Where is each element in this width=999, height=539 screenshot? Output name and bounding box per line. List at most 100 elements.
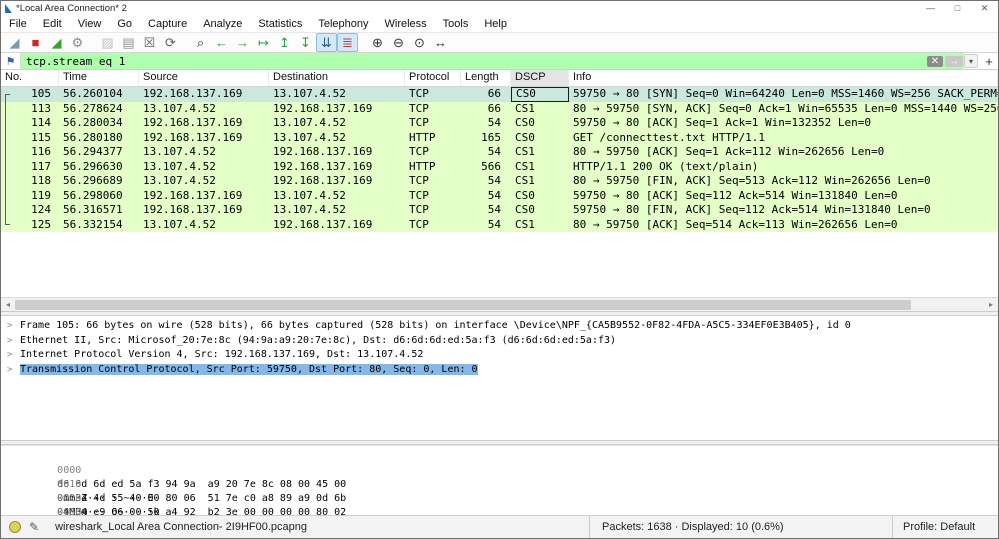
go-to-top-icon[interactable]: ↥ bbox=[274, 33, 295, 52]
scroll-right-icon[interactable]: ▸ bbox=[984, 300, 998, 309]
menu-file[interactable]: File bbox=[1, 16, 35, 32]
open-file-icon[interactable]: ▨ bbox=[97, 33, 118, 52]
menu-tools[interactable]: Tools bbox=[435, 16, 477, 32]
packet-row[interactable]: 105 56.260104 192.168.137.169 13.107.4.5… bbox=[1, 87, 998, 102]
cell-source: 13.107.4.52 bbox=[143, 159, 216, 173]
zoom-out-icon[interactable]: ⊖ bbox=[388, 33, 409, 52]
hex-offset: 0020 bbox=[57, 493, 82, 504]
detail-line[interactable]: > Internet Protocol Version 4, Src: 192.… bbox=[1, 348, 998, 363]
zoom-100-icon[interactable]: ⊙ bbox=[409, 33, 430, 52]
packet-row[interactable]: 114 56.280034 192.168.137.169 13.107.4.5… bbox=[1, 116, 998, 131]
column-header-destination[interactable]: Destination bbox=[269, 70, 405, 86]
cell-destination: 13.107.4.52 bbox=[273, 87, 346, 100]
menu-telephony[interactable]: Telephony bbox=[310, 16, 376, 32]
title-bar: *Local Area Connection* 2 — □ ✕ bbox=[1, 1, 998, 16]
expander-icon[interactable]: > bbox=[7, 334, 12, 349]
menu-statistics[interactable]: Statistics bbox=[250, 16, 310, 32]
column-header-protocol[interactable]: Protocol bbox=[405, 70, 461, 86]
expander-icon[interactable]: > bbox=[7, 319, 12, 334]
menu-wireless[interactable]: Wireless bbox=[377, 16, 435, 32]
packet-row[interactable]: 118 56.296689 13.107.4.52 192.168.137.16… bbox=[1, 174, 998, 189]
menu-capture[interactable]: Capture bbox=[140, 16, 195, 32]
reload-file-icon[interactable]: ⟳ bbox=[160, 33, 181, 52]
column-header-source[interactable]: Source bbox=[139, 70, 269, 86]
minimize-button[interactable]: — bbox=[917, 1, 944, 16]
start-capture-icon[interactable]: ◢ bbox=[4, 33, 25, 52]
packet-row[interactable]: 124 56.316571 192.168.137.169 13.107.4.5… bbox=[1, 203, 998, 218]
scroll-left-icon[interactable]: ◂ bbox=[1, 300, 15, 309]
column-header-length[interactable]: Length bbox=[461, 70, 511, 86]
hex-row[interactable]: 0000 d6 6d 6d ed 5a f3 94 9a a9 20 7e 8c… bbox=[9, 450, 998, 504]
packet-counts: Packets: 1638 · Displayed: 10 (0.6%) bbox=[602, 521, 784, 533]
cell-protocol: TCP bbox=[409, 217, 429, 231]
capture-comment-icon[interactable]: ✎ bbox=[29, 520, 39, 534]
cell-protocol: HTTP bbox=[409, 159, 436, 173]
go-forward-icon[interactable]: → bbox=[232, 33, 253, 52]
menu-go[interactable]: Go bbox=[109, 16, 140, 32]
hex-bytes[interactable]: 00 34 4d 55 40 00 80 06 51 7e c0 a8 89 a… bbox=[57, 492, 367, 506]
resize-columns-icon[interactable]: ↔ bbox=[430, 33, 451, 52]
cell-dscp: CS0 bbox=[515, 130, 535, 144]
packet-row[interactable]: 116 56.294377 13.107.4.52 192.168.137.16… bbox=[1, 145, 998, 160]
filter-clear-icon[interactable]: ✕ bbox=[927, 55, 943, 67]
cell-length: 54 bbox=[487, 116, 501, 129]
menu-analyze[interactable]: Analyze bbox=[195, 16, 250, 32]
packet-row[interactable]: 119 56.298060 192.168.137.169 13.107.4.5… bbox=[1, 188, 998, 203]
auto-scroll-icon[interactable]: ⇊ bbox=[316, 33, 337, 52]
conversation-mark bbox=[5, 203, 10, 218]
column-header-dscp[interactable]: DSCP bbox=[511, 70, 569, 86]
menu-help[interactable]: Help bbox=[476, 16, 515, 32]
hex-bytes[interactable]: d6 6d 6d ed 5a f3 94 9a a9 20 7e 8c 08 0… bbox=[57, 478, 367, 492]
packet-row[interactable]: 113 56.278624 13.107.4.52 192.168.137.16… bbox=[1, 101, 998, 116]
find-packet-icon[interactable]: ⌕ bbox=[190, 33, 211, 52]
detail-line[interactable]: > Frame 105: 66 bytes on wire (528 bits)… bbox=[1, 319, 998, 334]
go-back-icon[interactable]: ← bbox=[211, 33, 232, 52]
bookmark-icon[interactable]: ⚑ bbox=[1, 53, 21, 69]
cell-time: 56.296630 bbox=[63, 159, 123, 173]
hscrollbar-thumb[interactable] bbox=[15, 299, 911, 310]
detail-line[interactable]: > Ethernet II, Src: Microsof_20:7e:8c (9… bbox=[1, 334, 998, 349]
column-header-info[interactable]: Info bbox=[569, 70, 998, 86]
stop-capture-icon[interactable]: ■ bbox=[25, 33, 46, 52]
display-filter-input[interactable] bbox=[21, 54, 926, 68]
zoom-in-icon[interactable]: ⊕ bbox=[367, 33, 388, 52]
go-to-packet-icon[interactable]: ↦ bbox=[253, 33, 274, 52]
close-file-icon[interactable]: ☒ bbox=[139, 33, 160, 52]
profile-label[interactable]: Profile: Default bbox=[903, 521, 975, 533]
menu-view[interactable]: View bbox=[70, 16, 110, 32]
expander-icon[interactable]: > bbox=[7, 363, 12, 378]
expert-info-icon[interactable] bbox=[9, 521, 21, 533]
close-button[interactable]: ✕ bbox=[971, 1, 998, 16]
hex-bytes[interactable]: 04 34 e9 66 00 50 a4 92 b2 3e 00 00 00 0… bbox=[57, 506, 367, 515]
packet-row[interactable]: 117 56.296630 13.107.4.52 192.168.137.16… bbox=[1, 159, 998, 174]
conversation-mark bbox=[5, 94, 10, 102]
save-file-icon[interactable]: ▤ bbox=[118, 33, 139, 52]
column-header-time[interactable]: Time bbox=[59, 70, 139, 86]
packet-row[interactable]: 125 56.332154 13.107.4.52 192.168.137.16… bbox=[1, 217, 998, 232]
go-to-bottom-icon[interactable]: ↧ bbox=[295, 33, 316, 52]
filter-add-button[interactable]: + bbox=[980, 53, 998, 69]
capture-options-icon[interactable]: ⚙ bbox=[67, 33, 88, 52]
column-header-no[interactable]: No. bbox=[1, 70, 59, 86]
menu-edit[interactable]: Edit bbox=[35, 16, 70, 32]
packet-row[interactable]: 115 56.280180 192.168.137.169 13.107.4.5… bbox=[1, 130, 998, 145]
detail-line[interactable]: > Transmission Control Protocol, Src Por… bbox=[1, 363, 998, 378]
packet-list-hscrollbar[interactable]: ◂ ▸ bbox=[1, 297, 998, 311]
restart-capture-icon[interactable]: ◢ bbox=[46, 33, 67, 52]
cell-time: 56.280034 bbox=[63, 116, 123, 129]
cell-dscp: CS0 bbox=[515, 203, 535, 216]
hex-row[interactable]: 0010 00 34 4d 55 40 00 80 06 51 7e c0 a8… bbox=[9, 464, 998, 515]
filter-dropdown-icon[interactable]: ▾ bbox=[964, 54, 978, 68]
cell-info: 80 → 59750 [SYN, ACK] Seq=0 Ack=1 Win=65… bbox=[573, 101, 998, 115]
colorize-icon[interactable]: ≣ bbox=[337, 33, 358, 52]
cell-info: 59750 → 80 [SYN] Seq=0 Win=64240 Len=0 M… bbox=[573, 87, 998, 100]
menu-bar: File Edit View Go Capture Analyze Statistics Te… bbox=[1, 16, 998, 32]
cell-source: 13.107.4.52 bbox=[143, 174, 216, 187]
conversation-mark bbox=[5, 174, 10, 189]
conversation-mark bbox=[5, 101, 10, 116]
cell-destination: 13.107.4.52 bbox=[273, 203, 346, 216]
cell-protocol: TCP bbox=[409, 87, 429, 100]
maximize-button[interactable]: □ bbox=[944, 1, 971, 16]
filter-apply-icon[interactable]: → bbox=[945, 55, 963, 67]
expander-icon[interactable]: > bbox=[7, 348, 12, 363]
